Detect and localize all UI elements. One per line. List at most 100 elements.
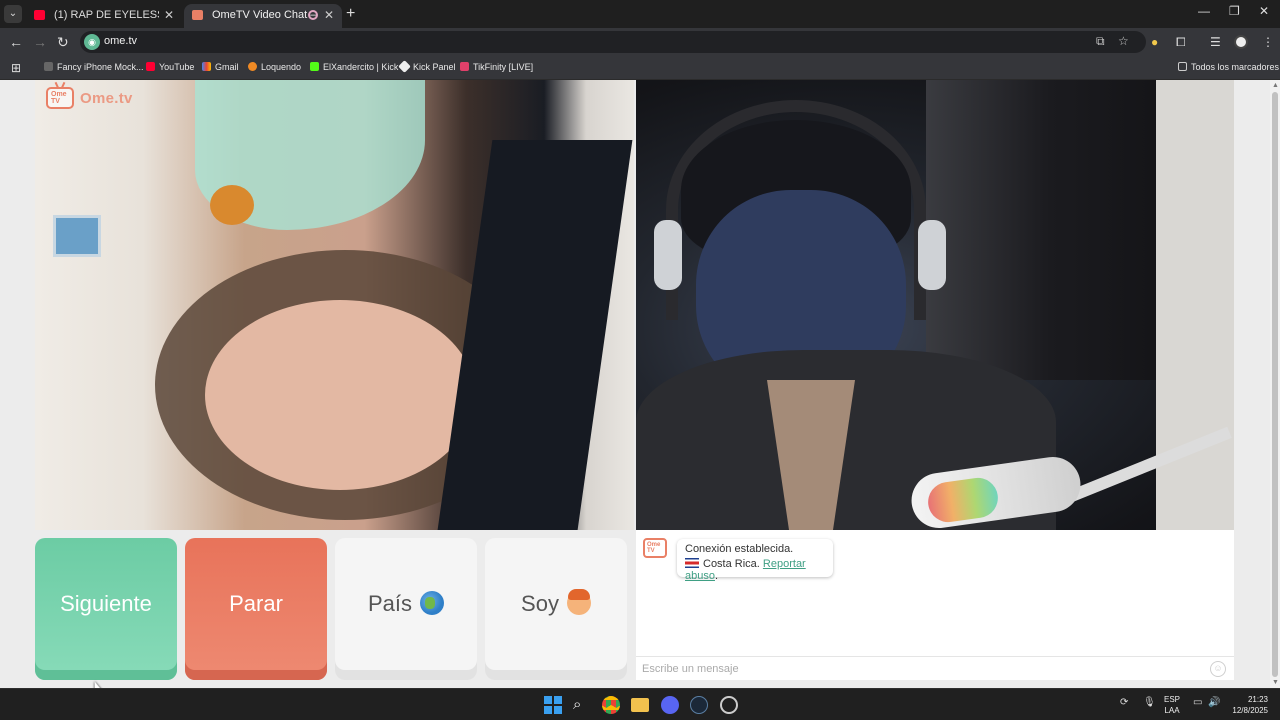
system-message: Conexión establecida. Costa Rica. Report… [677, 539, 833, 582]
clock-date: 12/8/2025 [1232, 706, 1268, 715]
bookmark-item[interactable]: TikFinity [LIVE] [460, 61, 533, 73]
obs-icon[interactable] [720, 696, 738, 714]
tab-ometv[interactable]: OmeTV Video Chat — Ome ✕ [184, 4, 342, 28]
gender-button-label: Soy [521, 591, 559, 616]
stop-button[interactable]: Parar [185, 538, 327, 680]
file-explorer-icon[interactable] [631, 698, 649, 712]
language-indicator[interactable]: ESP LAA [1164, 694, 1180, 716]
close-tab-icon[interactable]: ✕ [324, 4, 334, 26]
mouse-cursor-icon [89, 679, 105, 688]
video-scene [918, 220, 946, 290]
emoji-picker-icon[interactable]: ☺ [1210, 661, 1226, 677]
tab-title: (1) RAP DE EYELESS JACK 2020 [54, 9, 159, 21]
kick-panel-icon [398, 60, 411, 73]
video-scene [437, 140, 633, 530]
ometv-logo[interactable]: Ome TV Ome.tv [46, 87, 133, 109]
tikfinity-icon [460, 62, 469, 71]
stop-button-label: Parar [229, 591, 283, 616]
system-clock[interactable]: 21:23 12/8/2025 [1224, 694, 1268, 716]
extensions-puzzle-icon[interactable]: ⧠ [1176, 35, 1186, 49]
video-scene [210, 185, 254, 225]
install-app-icon[interactable]: ⧉ [1096, 34, 1105, 49]
bookmark-item[interactable]: Loquendo [248, 61, 301, 73]
profile-avatar[interactable] [1234, 35, 1248, 49]
network-icon[interactable]: ▭ [1193, 697, 1202, 709]
country-name: Costa Rica. [703, 558, 760, 570]
country-filter-button[interactable]: País [335, 538, 477, 680]
bookmark-item[interactable]: Fancy iPhone Mock... [44, 61, 144, 73]
windows-taskbar: ⌕ ⟳ 🎙 ESP LAA ▭ 🔊 21:23 12/8/2025 [0, 688, 1280, 720]
ometv-page: Ome TV Ome.tv Siguiente Parar País Soy Om… [0, 80, 1270, 688]
tab-search-button[interactable]: ⌄ [4, 5, 22, 23]
bookmark-star-icon[interactable]: ☆ [1118, 34, 1129, 48]
steam-icon[interactable] [690, 696, 708, 714]
video-scene [205, 300, 475, 490]
sync-icon[interactable]: ⟳ [1120, 697, 1128, 709]
bookmark-label: Kick Panel [413, 62, 456, 72]
bookmark-item[interactable]: YouTube [146, 61, 194, 73]
self-video [636, 80, 1234, 530]
person-icon [566, 589, 591, 615]
restore-icon[interactable]: ❐ [1229, 4, 1240, 18]
ometv-icon [192, 10, 203, 20]
discord-icon[interactable] [661, 696, 679, 714]
windows-start-icon[interactable] [544, 696, 562, 714]
message-input[interactable] [642, 659, 1202, 679]
scroll-thumb[interactable] [1272, 92, 1278, 677]
bookmark-item[interactable]: Gmail [202, 61, 239, 73]
gender-select-button[interactable]: Soy [485, 538, 627, 680]
bookmark-label: TikFinity [LIVE] [473, 62, 534, 72]
bookmark-label: ElXandercito | Kick [323, 62, 399, 72]
youtube-icon [34, 10, 45, 20]
chat-panel: Ome TV Conexión establecida. Costa Rica.… [636, 530, 1234, 680]
all-bookmarks-label: Todos los marcadores [1191, 62, 1280, 72]
close-tab-icon[interactable]: ✕ [164, 4, 174, 26]
next-button[interactable]: Siguiente [35, 538, 177, 680]
kick-icon [310, 62, 319, 71]
forward-icon[interactable]: → [33, 34, 47, 50]
bookmark-item[interactable]: ElXandercito | Kick [310, 61, 398, 73]
report-suffix: . [714, 570, 719, 582]
tab-youtube[interactable]: (1) RAP DE EYELESS JACK 2020 ✕ [26, 4, 182, 28]
address-bar[interactable]: ◉ ome.tv ⧉ ☆ [80, 31, 1146, 53]
keyboard-layout: LAA [1164, 706, 1180, 715]
logo-badge-text: Ome TV [51, 91, 67, 105]
new-tab-button[interactable]: + [346, 5, 355, 23]
extension-icon[interactable]: ● [1151, 35, 1158, 49]
page-scrollbar[interactable]: ▲ ▼ [1270, 80, 1280, 688]
scroll-down-icon[interactable]: ▼ [1272, 679, 1279, 686]
page-icon [44, 62, 53, 71]
back-icon[interactable]: ← [9, 34, 23, 50]
microphone-icon[interactable]: 🎙 [1143, 697, 1156, 709]
clock-time: 21:23 [1247, 695, 1268, 704]
scroll-up-icon[interactable]: ▲ [1272, 82, 1279, 89]
recording-icon [308, 10, 318, 20]
url-text[interactable]: ome.tv [104, 35, 137, 47]
all-bookmarks[interactable]: Todos los marcadores [1178, 61, 1279, 73]
next-button-label: Siguiente [60, 591, 152, 616]
site-info-icon[interactable]: ◉ [84, 34, 100, 50]
menu-kebab-icon[interactable]: ⋮ [1262, 35, 1274, 49]
reload-icon[interactable]: ↻ [57, 34, 69, 50]
country-button-label: País [367, 591, 413, 616]
costa-rica-flag-icon [685, 558, 699, 568]
chat-logo-text: Ome TV [647, 542, 661, 554]
minimize-icon[interactable]: — [1198, 4, 1210, 18]
chrome-icon[interactable] [602, 696, 620, 714]
bookmarks-bar: ⊞ Fancy iPhone Mock... YouTube Gmail Loq… [0, 56, 1280, 80]
search-icon[interactable]: ⌕ [573, 696, 591, 714]
close-window-icon[interactable]: ✕ [1259, 4, 1269, 18]
bookmark-label: Loquendo [261, 62, 302, 72]
volume-icon[interactable]: 🔊 [1208, 697, 1220, 709]
apps-grid-icon[interactable]: ⊞ [11, 61, 21, 75]
media-control-icon[interactable]: ☰ [1210, 35, 1221, 49]
youtube-icon [146, 62, 155, 71]
ometv-tv-icon: Ome TV [46, 87, 74, 109]
gmail-icon [202, 62, 211, 71]
bookmark-label: Gmail [215, 62, 239, 72]
tab-strip: ⌄ (1) RAP DE EYELESS JACK 2020 ✕ OmeTV V… [0, 0, 1280, 28]
folder-icon [1178, 62, 1187, 71]
partner-video [35, 80, 634, 530]
bookmark-item[interactable]: Kick Panel [398, 60, 456, 73]
connection-status: Conexión establecida. [685, 543, 794, 555]
